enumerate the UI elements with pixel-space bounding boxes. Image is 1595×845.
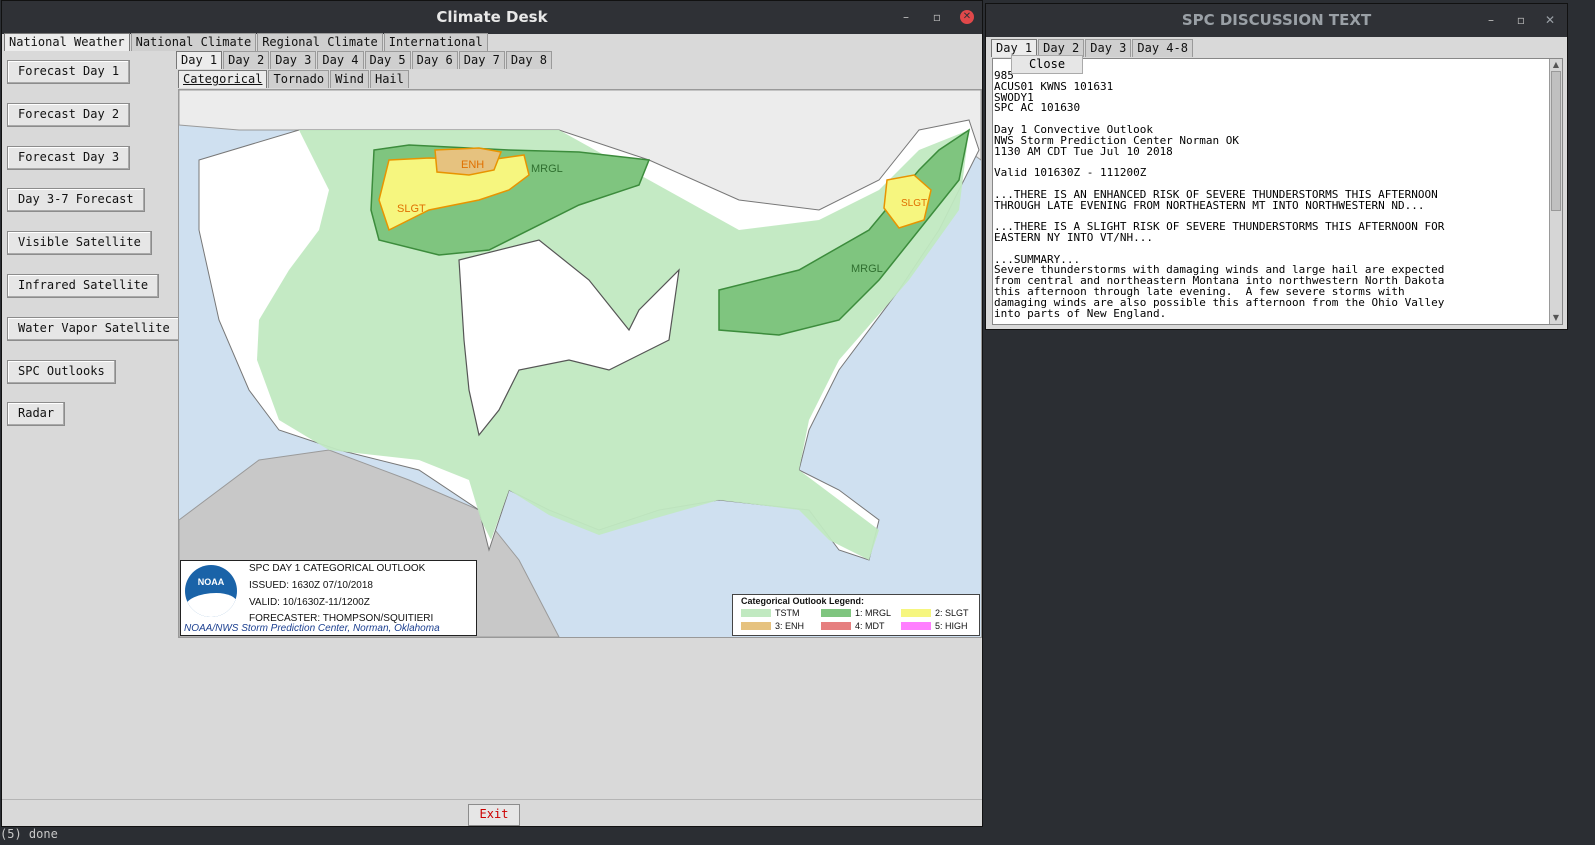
spc-outlooks-button[interactable]: SPC Outlooks bbox=[7, 360, 116, 384]
outlook-map-graphic: ENH SLGT MRGL MRGL SLGT bbox=[179, 90, 981, 637]
tab-international[interactable]: International bbox=[383, 33, 488, 51]
infrared-satellite-button[interactable]: Infrared Satellite bbox=[7, 274, 160, 298]
legend-item-slgt: 2: SLGT bbox=[901, 608, 969, 618]
spc-tab-day-4-8[interactable]: Day 4-8 bbox=[1132, 39, 1193, 57]
spc-discussion-window: SPC DISCUSSION TEXT – ▫ ✕ Day 1 Day 2 Da… bbox=[986, 4, 1567, 329]
forecast-day3-button[interactable]: Forecast Day 3 bbox=[7, 146, 131, 170]
day-3-7-forecast-button[interactable]: Day 3-7 Forecast bbox=[7, 188, 145, 212]
outlook-issued: ISSUED: 1630Z 07/10/2018 bbox=[249, 580, 373, 591]
spc-minimize-icon[interactable]: – bbox=[1484, 13, 1498, 27]
tab-regional-climate[interactable]: Regional Climate bbox=[257, 33, 383, 51]
tab-tornado[interactable]: Tornado bbox=[268, 70, 330, 88]
top-tab-bar: National Weather National Climate Region… bbox=[4, 33, 489, 51]
legend-title: Categorical Outlook Legend: bbox=[741, 596, 865, 606]
spc-close-button[interactable]: Close bbox=[1011, 55, 1083, 74]
legend-item-mdt: 4: MDT bbox=[821, 621, 885, 631]
forecast-day1-button[interactable]: Forecast Day 1 bbox=[7, 60, 131, 84]
outlook-title: SPC DAY 1 CATEGORICAL OUTLOOK bbox=[249, 563, 426, 574]
tab-hail[interactable]: Hail bbox=[369, 70, 409, 88]
outlook-legend: Categorical Outlook Legend: TSTM 1: MRGL… bbox=[732, 594, 980, 636]
map-label-slgt-east: SLGT bbox=[901, 198, 927, 209]
outlook-type-tab-bar: Categorical Tornado Wind Hail bbox=[178, 70, 410, 88]
map-label-mrgl-east: MRGL bbox=[851, 263, 883, 275]
radar-button[interactable]: Radar bbox=[7, 402, 66, 426]
tab-categorical[interactable]: Categorical bbox=[178, 70, 268, 88]
spc-window-title: SPC DISCUSSION TEXT bbox=[1181, 11, 1372, 29]
discussion-scrollbar[interactable]: ▲ ▼ bbox=[1549, 59, 1562, 324]
scroll-thumb[interactable] bbox=[1551, 71, 1561, 211]
bottom-bar: Exit bbox=[2, 799, 982, 826]
day-tab-bar: Day 1 Day 2 Day 3 Day 4 Day 5 Day 6 Day … bbox=[176, 51, 553, 69]
tab-national-climate[interactable]: National Climate bbox=[130, 33, 257, 51]
tab-day-6[interactable]: Day 6 bbox=[411, 51, 458, 69]
spc-close-icon[interactable]: ✕ bbox=[1543, 13, 1557, 27]
exit-button[interactable]: Exit bbox=[468, 804, 520, 826]
outlook-info-box: NOAA SPC DAY 1 CATEGORICAL OUTLOOK ISSUE… bbox=[180, 560, 477, 636]
noaa-logo-text: NOAA bbox=[197, 577, 225, 587]
outlook-valid: VALID: 10/1630Z-11/1200Z bbox=[249, 597, 370, 608]
forecast-day2-button[interactable]: Forecast Day 2 bbox=[7, 103, 131, 127]
noaa-logo: NOAA bbox=[185, 565, 237, 617]
legend-item-enh: 3: ENH bbox=[741, 621, 804, 631]
tab-wind[interactable]: Wind bbox=[330, 70, 369, 88]
discussion-text-area[interactable]: 985 ACUS01 KWNS 101631 SWODY1 SPC AC 101… bbox=[992, 58, 1563, 325]
window-title: Climate Desk bbox=[436, 8, 548, 26]
legend-item-tstm: TSTM bbox=[741, 608, 800, 618]
climate-desk-window: Climate Desk – ▫ ✕ National Weather Nati… bbox=[2, 1, 982, 826]
tab-day-2[interactable]: Day 2 bbox=[223, 51, 270, 69]
spc-titlebar[interactable]: SPC DISCUSSION TEXT – ▫ ✕ bbox=[986, 4, 1567, 37]
scroll-down-icon[interactable]: ▼ bbox=[1550, 312, 1562, 324]
climate-desk-titlebar[interactable]: Climate Desk – ▫ ✕ bbox=[2, 1, 982, 34]
tab-day-4[interactable]: Day 4 bbox=[317, 51, 364, 69]
tab-day-8[interactable]: Day 8 bbox=[505, 51, 552, 69]
tab-day-7[interactable]: Day 7 bbox=[458, 51, 505, 69]
map-label-slgt-west: SLGT bbox=[397, 203, 426, 215]
map-label-enh: ENH bbox=[461, 159, 484, 171]
discussion-text: 985 ACUS01 KWNS 101631 SWODY1 SPC AC 101… bbox=[994, 69, 1445, 320]
tab-day-3[interactable]: Day 3 bbox=[270, 51, 317, 69]
terminal-output: (5) done bbox=[0, 827, 58, 841]
map-label-mrgl-north: MRGL bbox=[531, 163, 563, 175]
visible-satellite-button[interactable]: Visible Satellite bbox=[7, 231, 152, 255]
tab-national-weather[interactable]: National Weather bbox=[4, 33, 130, 51]
legend-item-high: 5: HIGH bbox=[901, 621, 968, 631]
restore-icon[interactable]: ▫ bbox=[930, 10, 944, 24]
close-icon[interactable]: ✕ bbox=[960, 10, 974, 24]
minimize-icon[interactable]: – bbox=[899, 10, 913, 24]
scroll-up-icon[interactable]: ▲ bbox=[1550, 59, 1562, 71]
tab-day-5[interactable]: Day 5 bbox=[364, 51, 411, 69]
outlook-footer: NOAA/NWS Storm Prediction Center, Norman… bbox=[184, 623, 440, 634]
outlook-map: ENH SLGT MRGL MRGL SLGT NOAA SPC DAY 1 C… bbox=[178, 89, 982, 638]
tab-day-1[interactable]: Day 1 bbox=[176, 51, 223, 69]
spc-restore-icon[interactable]: ▫ bbox=[1514, 13, 1528, 27]
spc-tab-day-3[interactable]: Day 3 bbox=[1085, 39, 1132, 57]
water-vapor-satellite-button[interactable]: Water Vapor Satellite bbox=[7, 317, 181, 341]
legend-item-mrgl: 1: MRGL bbox=[821, 608, 891, 618]
